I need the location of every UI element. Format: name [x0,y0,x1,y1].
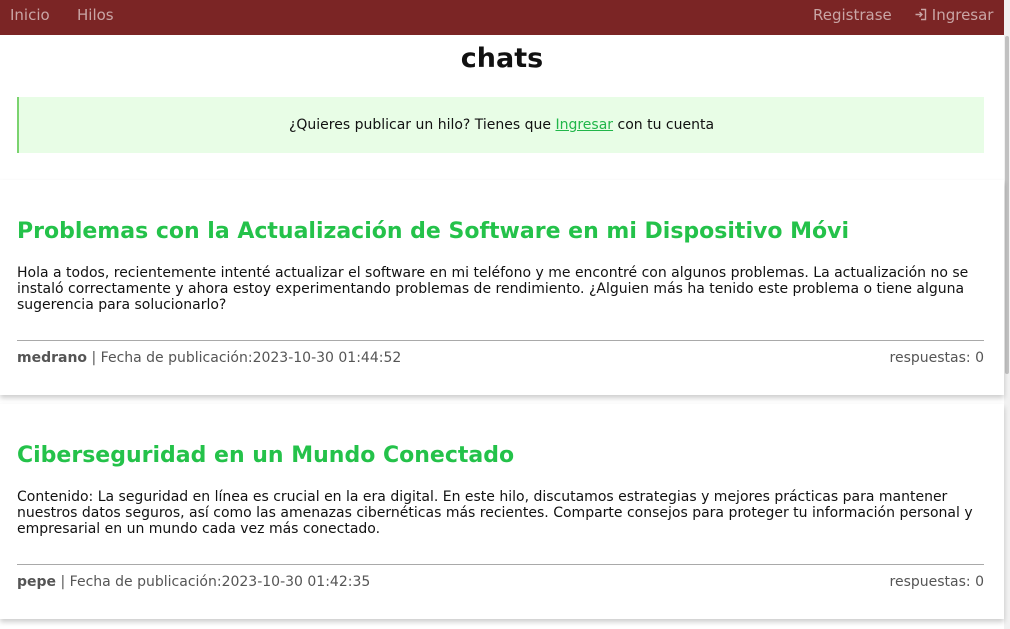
thread-author[interactable]: medrano [17,350,87,366]
meta-separator: | [60,574,66,590]
thread-date: 2023-10-30 01:44:52 [252,350,402,366]
thread-date: 2023-10-30 01:42:35 [221,574,371,590]
nav-login-link[interactable]: Ingresar [914,6,993,24]
thread-replies-count: respuestas: 0 [889,574,984,590]
thread-card: Problemas con la Actualización de Softwa… [0,180,1004,395]
alert-text-before: ¿Quieres publicar un hilo? Tienes que [288,117,552,133]
meta-separator: | [91,350,97,366]
thread-body: Contenido: La seguridad en línea es cruc… [17,489,973,537]
thread-author[interactable]: pepe [17,574,56,590]
alert-text-after: con tu cuenta [617,117,715,133]
login-alert: ¿Quieres publicar un hilo? Tienes que In… [17,97,984,153]
thread-title[interactable]: Problemas con la Actualización de Softwa… [17,219,849,244]
page-title: chats [460,43,544,74]
thread-meta: pepe | Fecha de publicación:2023-10-30 0… [17,574,370,590]
thread-replies-count: respuestas: 0 [889,350,984,366]
thread-card: Ciberseguridad en un Mundo Conectado Con… [0,404,1004,619]
top-navbar: Inicio Hilos Registrase Ingresar [0,0,1004,35]
nav-register-link[interactable]: Registrase [813,6,892,24]
alert-login-link[interactable]: Ingresar [555,117,613,133]
nav-threads-link[interactable]: Hilos [77,6,114,24]
thread-divider [17,340,984,341]
login-icon [915,8,927,21]
nav-login-label: Ingresar [931,6,994,24]
thread-meta: medrano | Fecha de publicación:2023-10-3… [17,350,401,366]
thread-divider [17,564,984,565]
scrollbar-thumb[interactable] [1005,36,1009,374]
thread-title[interactable]: Ciberseguridad en un Mundo Conectado [17,443,514,468]
page-content: chats ¿Quieres publicar un hilo? Tienes … [0,35,1004,629]
date-label: Fecha de publicación: [69,574,222,590]
date-label: Fecha de publicación: [100,350,253,366]
thread-body: Hola a todos, recientemente intenté actu… [17,265,969,313]
nav-home-link[interactable]: Inicio [10,6,50,24]
